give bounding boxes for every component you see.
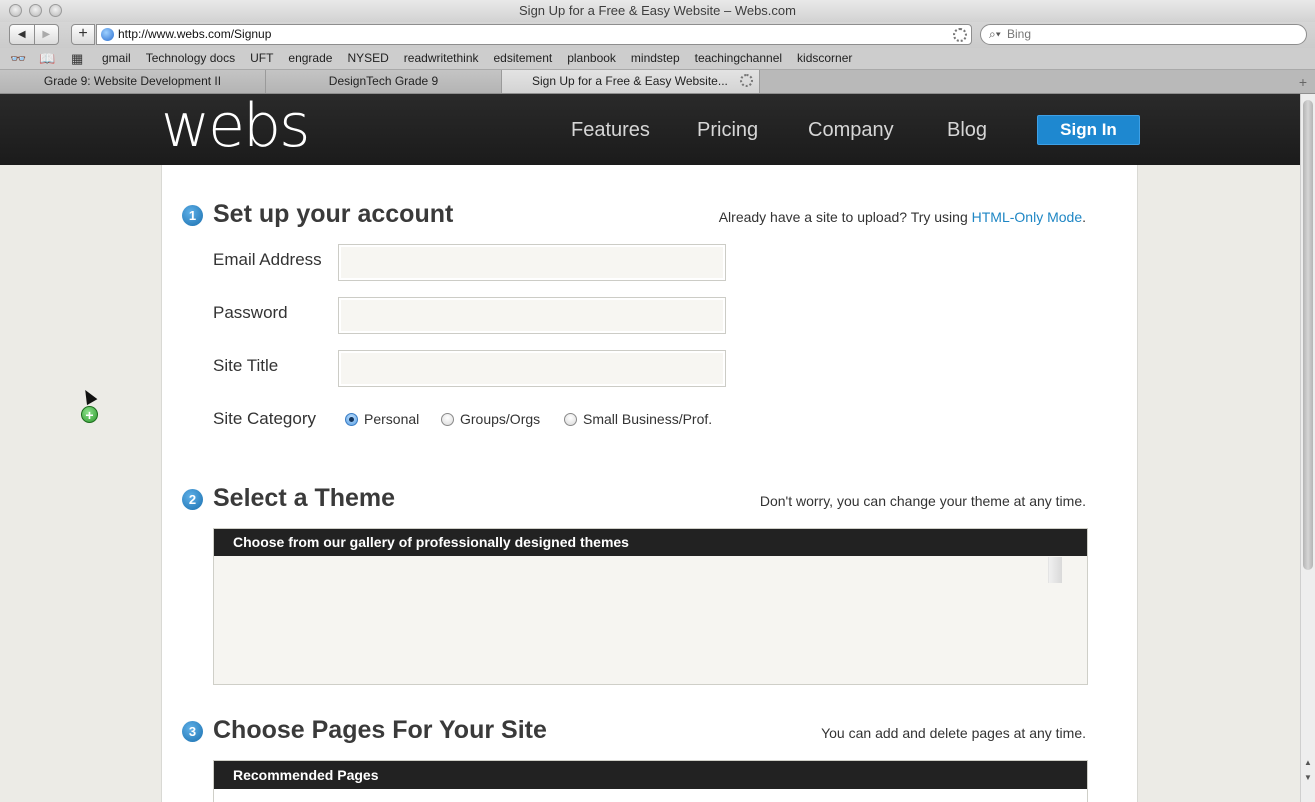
step-1-title: Set up your account	[213, 200, 454, 228]
tab-loading-icon	[740, 74, 753, 87]
bookmark-item[interactable]: UFT	[250, 48, 273, 69]
recommended-pages-header: Recommended Pages	[214, 761, 1087, 789]
radio-selected-icon[interactable]	[345, 412, 358, 426]
bookmark-item[interactable]: Technology docs	[146, 48, 235, 69]
tab-grade9-website[interactable]: Grade 9: Website Development II	[0, 70, 266, 93]
radio-label: Small Business/Prof.	[583, 411, 713, 427]
radio-icon[interactable]	[564, 412, 577, 426]
bookmarks-book-icon[interactable]: 📖	[39, 51, 55, 67]
site-category-label: Site Category	[213, 409, 316, 428]
nav-blog[interactable]: Blog	[947, 117, 987, 143]
theme-note: Don't worry, you can change your theme a…	[759, 493, 1086, 509]
step-1-badge: 1	[182, 205, 203, 226]
sign-in-button[interactable]: Sign In	[1037, 115, 1140, 145]
add-bookmark-button[interactable]: +	[71, 24, 95, 45]
scroll-down-arrow-icon[interactable]: ▼	[1301, 771, 1315, 784]
bookmark-item[interactable]: gmail	[102, 48, 131, 69]
top-sites-grid-icon[interactable]: ▦	[71, 51, 83, 67]
email-label: Email Address	[213, 250, 322, 269]
radio-label: Personal	[364, 411, 420, 427]
bookmark-item[interactable]: kidscorner	[797, 48, 852, 69]
close-window-icon[interactable]	[9, 4, 22, 17]
pages-note: You can add and delete pages at any time…	[821, 725, 1086, 741]
html-only-mode-link[interactable]: HTML-Only Mode	[972, 209, 1082, 225]
step-3-badge: 3	[182, 721, 203, 742]
radio-label: Groups/Orgs	[460, 411, 541, 427]
theme-gallery[interactable]: Choose from our gallery of professionall…	[213, 528, 1088, 685]
nav-features[interactable]: Features	[571, 117, 650, 143]
bookmarks-bar: 👓 📖 ▦ gmail Technology docs UFT engrade …	[0, 48, 1315, 70]
webs-logo[interactable]: webs	[161, 94, 310, 158]
tab-label: Sign Up for a Free & Easy Website...	[532, 74, 728, 88]
password-label: Password	[213, 303, 288, 322]
loading-spinner-icon	[953, 28, 967, 42]
radio-groups-orgs[interactable]: Groups/Orgs	[441, 411, 540, 427]
search-field[interactable]: ⌕▾ Bing	[980, 24, 1307, 45]
search-icon[interactable]: ⌕▾	[989, 27, 1001, 42]
bookmark-item[interactable]: NYSED	[347, 48, 388, 69]
zoom-window-icon[interactable]	[49, 4, 62, 17]
recommended-pages: Recommended Pages	[213, 760, 1088, 802]
reading-list-icon[interactable]: 👓	[10, 51, 26, 67]
html-only-note-period: .	[1082, 209, 1086, 225]
password-field[interactable]	[338, 297, 726, 334]
browser-toolbar: ◀ ▶ + http://www.webs.com/Signup ⌕▾ Bing	[0, 22, 1315, 48]
bookmark-item[interactable]: readwritethink	[404, 48, 479, 69]
bookmark-item[interactable]: planbook	[567, 48, 616, 69]
nav-company[interactable]: Company	[808, 117, 894, 143]
scrollbar-thumb[interactable]	[1303, 100, 1313, 570]
minimize-window-icon[interactable]	[29, 4, 42, 17]
tab-designtech[interactable]: DesignTech Grade 9	[266, 70, 502, 93]
address-bar[interactable]: http://www.webs.com/Signup	[96, 24, 972, 45]
site-title-label: Site Title	[213, 356, 279, 375]
bookmark-list: gmail Technology docs UFT engrade NYSED …	[102, 48, 852, 69]
html-only-note-text: Already have a site to upload? Try using	[718, 209, 972, 225]
nav-buttons: ◀ ▶	[9, 24, 59, 45]
nav-pricing[interactable]: Pricing	[697, 117, 758, 143]
signup-form: 1 Set up your account Already have a sit…	[161, 165, 1138, 802]
step-3-title: Choose Pages For Your Site	[213, 716, 547, 744]
tab-webs-signup[interactable]: Sign Up for a Free & Easy Website...	[502, 70, 760, 93]
globe-icon	[101, 28, 114, 41]
radio-personal[interactable]: Personal	[345, 411, 419, 427]
site-header: webs Features Pricing Company Blog Sign …	[0, 94, 1300, 165]
email-field[interactable]	[338, 244, 726, 281]
theme-gallery-header: Choose from our gallery of professionall…	[214, 529, 1087, 556]
html-only-note: Already have a site to upload? Try using…	[719, 209, 1086, 225]
url-text[interactable]: http://www.webs.com/Signup	[118, 25, 271, 44]
window-title: Sign Up for a Free & Easy Website – Webs…	[519, 3, 796, 18]
new-tab-button[interactable]: +	[1299, 74, 1307, 90]
scroll-up-arrow-icon[interactable]: ▲	[1301, 756, 1315, 769]
copy-cursor-plus-icon: +	[81, 406, 98, 423]
theme-gallery-scrollbar[interactable]	[1048, 557, 1062, 583]
site-title-field[interactable]	[338, 350, 726, 387]
page-scrollbar[interactable]: ▲ ▼	[1300, 94, 1315, 802]
forward-button[interactable]: ▶	[35, 25, 59, 44]
bookmark-item[interactable]: teachingchannel	[695, 48, 782, 69]
radio-icon[interactable]	[441, 412, 454, 426]
search-placeholder: Bing	[1007, 27, 1032, 41]
bookmark-item[interactable]: engrade	[288, 48, 332, 69]
mouse-cursor-icon	[80, 387, 98, 406]
step-2-title: Select a Theme	[213, 484, 396, 512]
step-2-badge: 2	[182, 489, 203, 510]
back-button[interactable]: ◀	[10, 25, 35, 44]
bookmark-item[interactable]: mindstep	[631, 48, 680, 69]
window-titlebar: Sign Up for a Free & Easy Website – Webs…	[0, 0, 1315, 22]
radio-small-business[interactable]: Small Business/Prof.	[564, 411, 712, 427]
bookmark-item[interactable]: edsitement	[494, 48, 553, 69]
